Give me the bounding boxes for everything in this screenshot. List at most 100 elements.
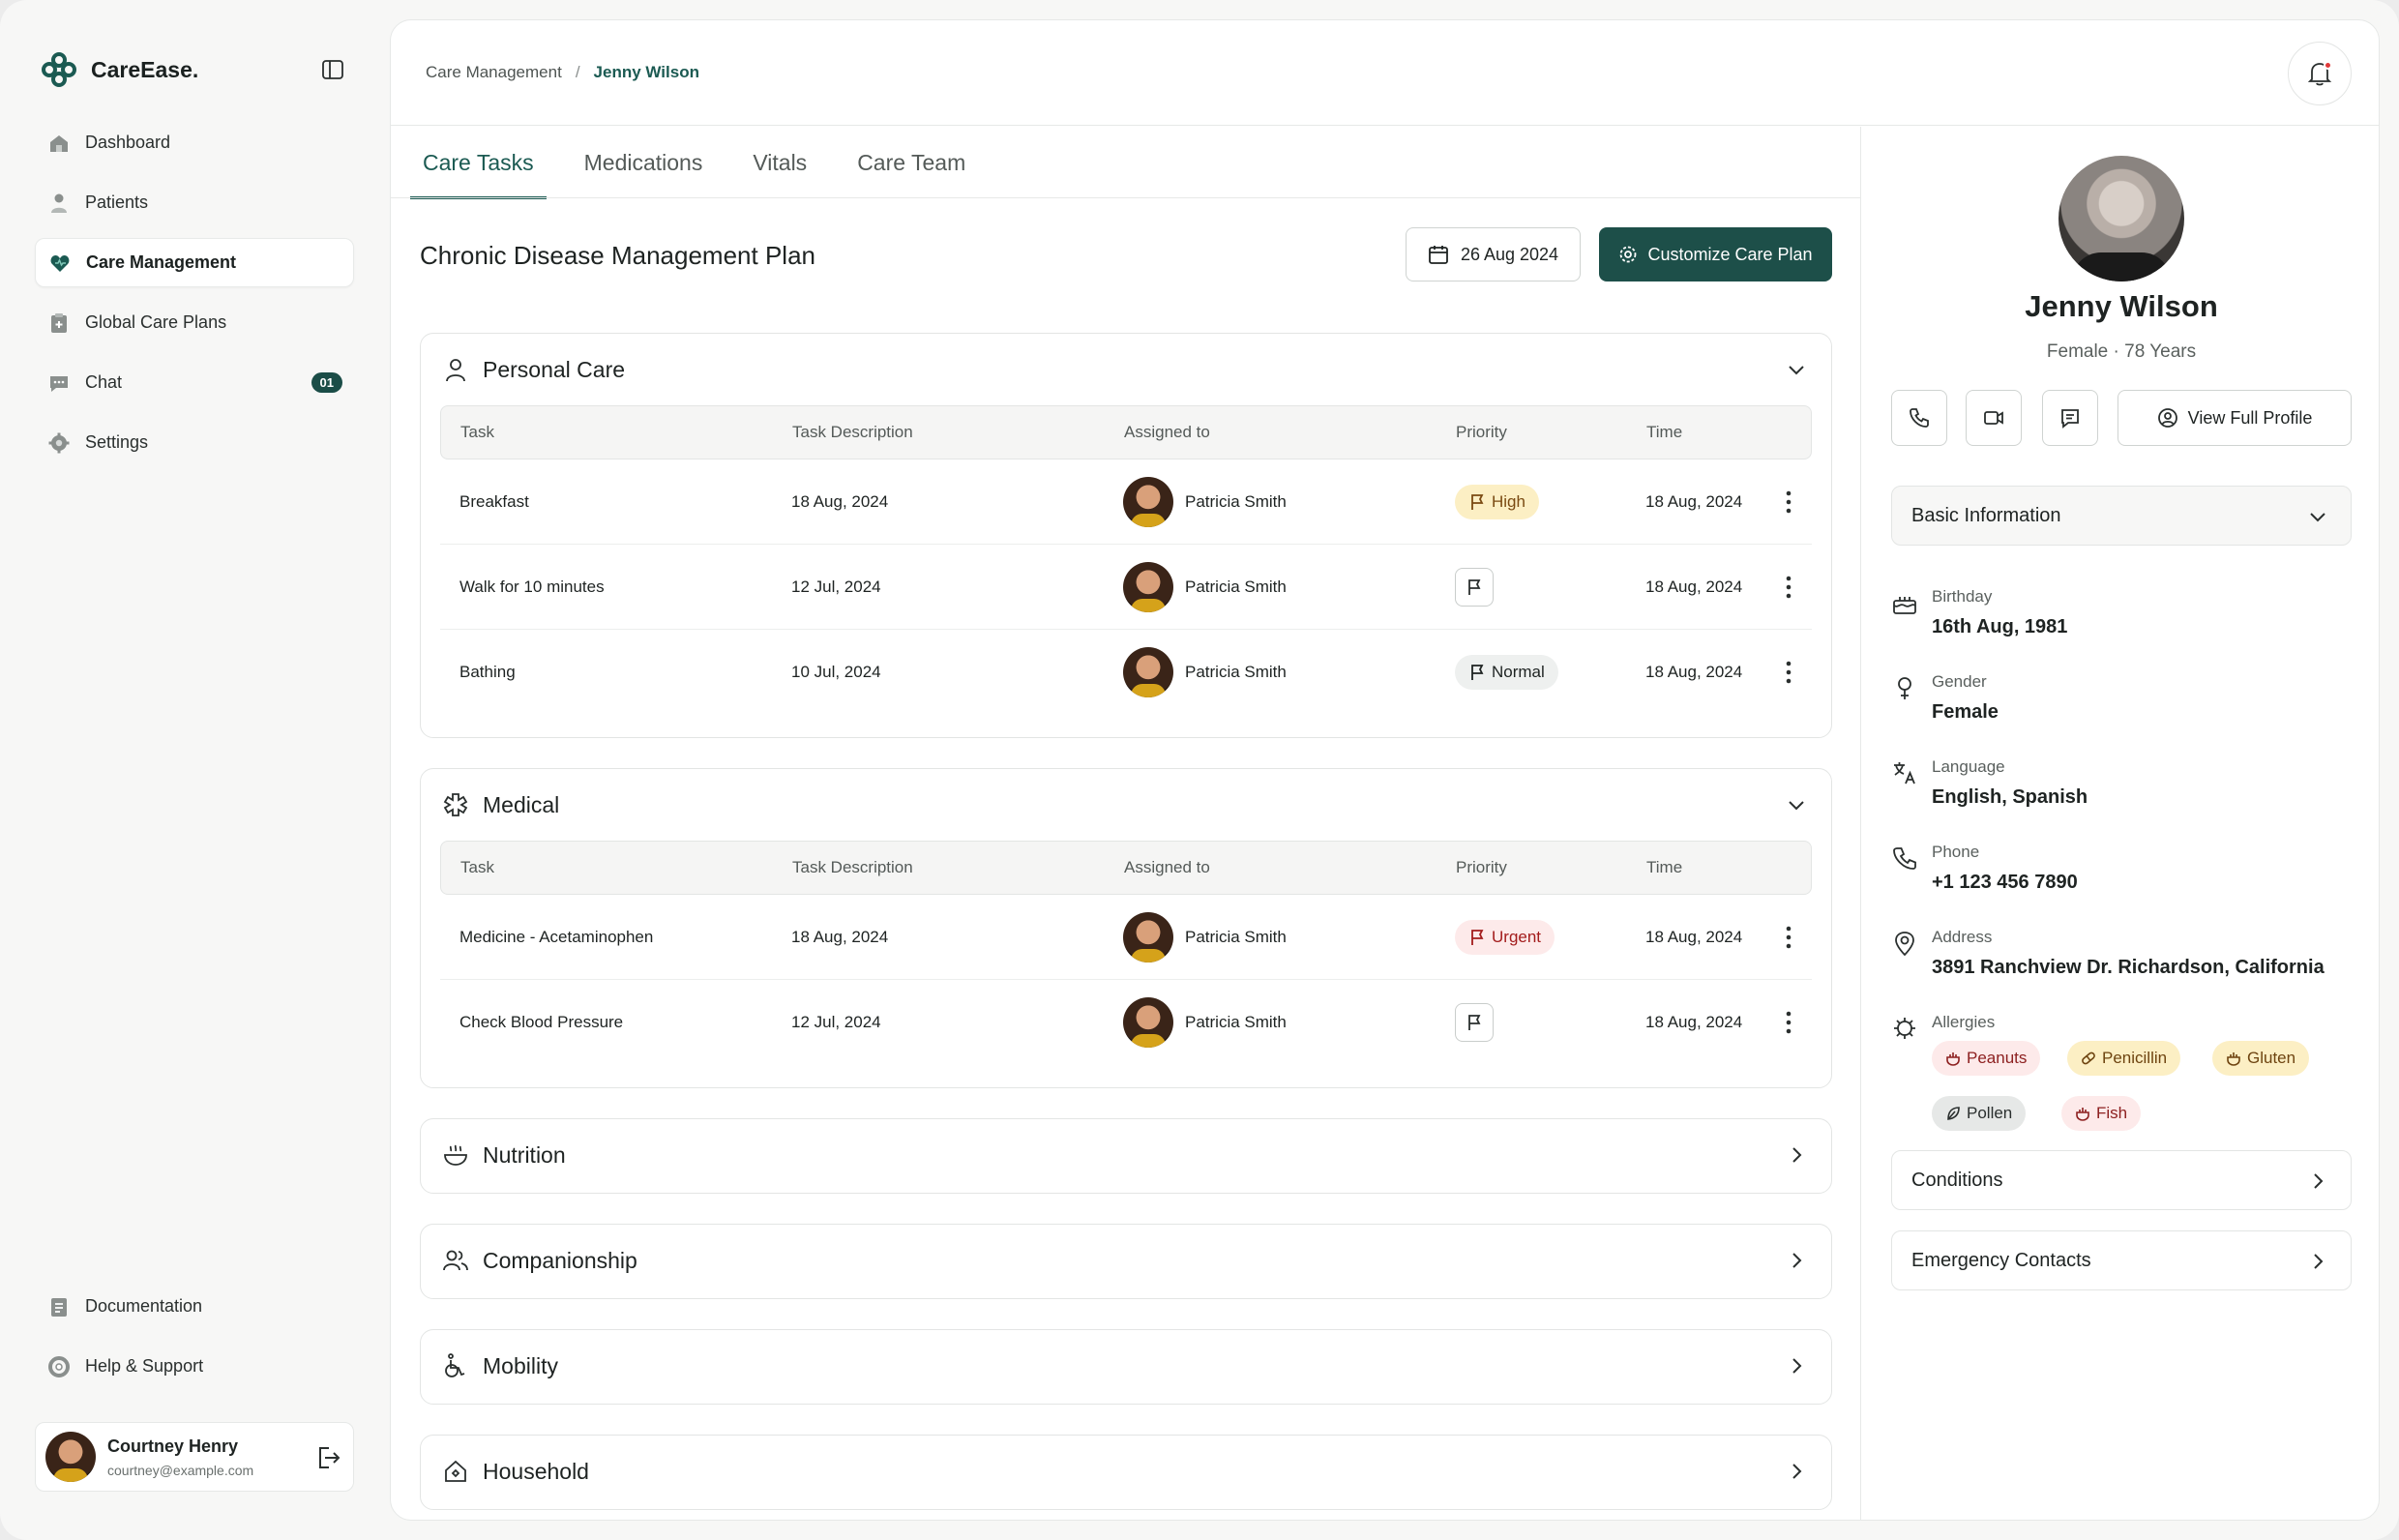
section-header[interactable]: Medical <box>421 769 1831 841</box>
task-name: Check Blood Pressure <box>459 1013 624 1031</box>
priority-cell <box>1455 567 1494 607</box>
current-user-card[interactable]: Courtney Henry courtney@example.com <box>35 1422 354 1492</box>
section-companionship[interactable]: Companionship <box>420 1224 1832 1299</box>
priority-cell: Normal <box>1455 655 1558 690</box>
section-household[interactable]: Household <box>420 1435 1832 1510</box>
set-priority-button[interactable] <box>1455 1003 1494 1042</box>
priority-badge[interactable]: Normal <box>1455 655 1558 690</box>
conditions-accordion[interactable]: Conditions <box>1891 1150 2352 1210</box>
sidebar-item-chat[interactable]: Chat 01 <box>35 358 354 407</box>
sidebar-toggle-button[interactable] <box>319 56 346 83</box>
notifications-button[interactable] <box>2288 42 2352 105</box>
table-row[interactable]: Breakfast 18 Aug, 2024 Patricia Smith Hi… <box>440 459 1812 545</box>
section-header[interactable]: Nutrition <box>421 1119 1831 1191</box>
clipboard-icon <box>48 312 70 334</box>
chevron-down-icon <box>2310 513 2325 522</box>
user-icon <box>48 192 70 214</box>
tab-vitals[interactable]: Vitals <box>740 127 819 198</box>
chevron-right-icon[interactable] <box>1783 1352 1810 1379</box>
priority-badge[interactable]: Urgent <box>1455 919 1555 955</box>
message-icon <box>2061 409 2079 429</box>
customize-care-plan-button[interactable]: Customize Care Plan <box>1599 227 1832 281</box>
section-title: Mobility <box>483 1352 558 1378</box>
emergency-contacts-accordion[interactable]: Emergency Contacts <box>1891 1230 2352 1290</box>
allergy-chip: Fish <box>2061 1096 2142 1131</box>
notification-dot <box>2324 61 2332 70</box>
message-button[interactable] <box>2042 390 2098 446</box>
priority-badge[interactable]: High <box>1455 484 1539 519</box>
row-menu-button[interactable] <box>1775 924 1802 951</box>
set-priority-button[interactable] <box>1455 567 1494 607</box>
view-full-profile-label: View Full Profile <box>2187 407 2313 428</box>
column-header: Assigned to <box>1124 423 1210 441</box>
avatar <box>1123 997 1173 1048</box>
more-vertical-icon <box>1786 661 1792 684</box>
section-header[interactable]: Personal Care <box>421 334 1831 405</box>
priority-cell: High <box>1455 484 1539 519</box>
section-nutrition[interactable]: Nutrition <box>420 1118 1832 1194</box>
info-value: 3891 Ranchview Dr. Richardson, Californi… <box>1932 957 2325 978</box>
sidebar-item-dashboard[interactable]: Dashboard <box>35 118 354 167</box>
row-menu-button[interactable] <box>1775 574 1802 601</box>
topbar: Care Management / Jenny Wilson <box>391 20 2379 126</box>
table-row[interactable]: Bathing 10 Jul, 2024 Patricia Smith Norm… <box>440 630 1812 715</box>
sidebar-item-label: Patients <box>85 192 149 212</box>
virus-icon <box>1891 1015 1918 1042</box>
allergy-chip: Pollen <box>1932 1096 2027 1131</box>
row-menu-button[interactable] <box>1775 489 1802 516</box>
section-header[interactable]: Household <box>421 1436 1831 1507</box>
info-value: English, Spanish <box>1932 786 2088 808</box>
section-title: Nutrition <box>483 1141 566 1168</box>
section-mobility[interactable]: Mobility <box>420 1329 1832 1405</box>
chevron-down-icon[interactable] <box>1783 356 1810 383</box>
sidebar-item-care-management[interactable]: Care Management <box>35 238 354 287</box>
phone-icon <box>1910 408 1929 428</box>
view-full-profile-button[interactable]: View Full Profile <box>2118 390 2352 446</box>
section-header[interactable]: Mobility <box>421 1330 1831 1402</box>
section-header[interactable]: Companionship <box>421 1225 1831 1296</box>
basic-information-accordion[interactable]: Basic Information <box>1891 486 2352 546</box>
chevron-right-icon[interactable] <box>1783 1247 1810 1274</box>
accordion-title: Basic Information <box>1911 504 2061 526</box>
breadcrumb-parent[interactable]: Care Management <box>426 63 562 82</box>
priority-label: High <box>1492 491 1525 511</box>
row-menu-button[interactable] <box>1775 659 1802 686</box>
avatar <box>1123 911 1173 962</box>
chevron-down-icon[interactable] <box>1783 791 1810 818</box>
column-header: Time <box>1646 423 1683 441</box>
sidebar-item-help-support[interactable]: Help & Support <box>35 1342 354 1391</box>
sidebar-item-patients[interactable]: Patients <box>35 178 354 227</box>
task-name: Medicine - Acetaminophen <box>459 927 654 946</box>
pill-icon <box>2082 1051 2095 1065</box>
info-label: Language <box>1932 757 2005 776</box>
table-row[interactable]: Check Blood Pressure 12 Jul, 2024 Patric… <box>440 980 1812 1065</box>
chat-unread-badge: 01 <box>311 372 342 393</box>
sidebar-item-global-care-plans[interactable]: Global Care Plans <box>35 298 354 347</box>
brand[interactable]: CareEase. <box>41 50 198 89</box>
info-birthday: Birthday 16th Aug, 1981 <box>1891 585 2352 666</box>
tab-care-team[interactable]: Care Team <box>844 127 978 198</box>
info-gender: Gender Female <box>1891 670 2352 752</box>
chevron-right-icon[interactable] <box>1783 1141 1810 1169</box>
table-row[interactable]: Walk for 10 minutes 12 Jul, 2024 Patrici… <box>440 545 1812 630</box>
logout-button[interactable] <box>314 1444 341 1471</box>
sidebar-panel-icon <box>322 60 343 79</box>
chevron-right-icon[interactable] <box>1783 1458 1810 1485</box>
task-time: 18 Aug, 2024 <box>1645 927 1743 946</box>
sidebar-item-label: Settings <box>85 432 149 452</box>
call-button[interactable] <box>1891 390 1947 446</box>
brand-name: CareEase. <box>91 56 199 82</box>
sidebar-item-label: Help & Support <box>85 1356 204 1376</box>
allergy-label: Gluten <box>2247 1049 2296 1067</box>
date-picker-button[interactable]: 26 Aug 2024 <box>1406 227 1581 281</box>
table-row[interactable]: Medicine - Acetaminophen 18 Aug, 2024 Pa… <box>440 895 1812 980</box>
sidebar-item-settings[interactable]: Settings <box>35 418 354 467</box>
tab-care-tasks[interactable]: Care Tasks <box>410 127 547 199</box>
sidebar-item-documentation[interactable]: Documentation <box>35 1282 354 1331</box>
video-call-button[interactable] <box>1966 390 2022 446</box>
lifebuoy-icon <box>48 1355 70 1377</box>
row-menu-button[interactable] <box>1775 1009 1802 1036</box>
user-circle-icon <box>2157 408 2177 428</box>
task-name: Bathing <box>459 663 516 681</box>
tab-medications[interactable]: Medications <box>572 127 716 198</box>
